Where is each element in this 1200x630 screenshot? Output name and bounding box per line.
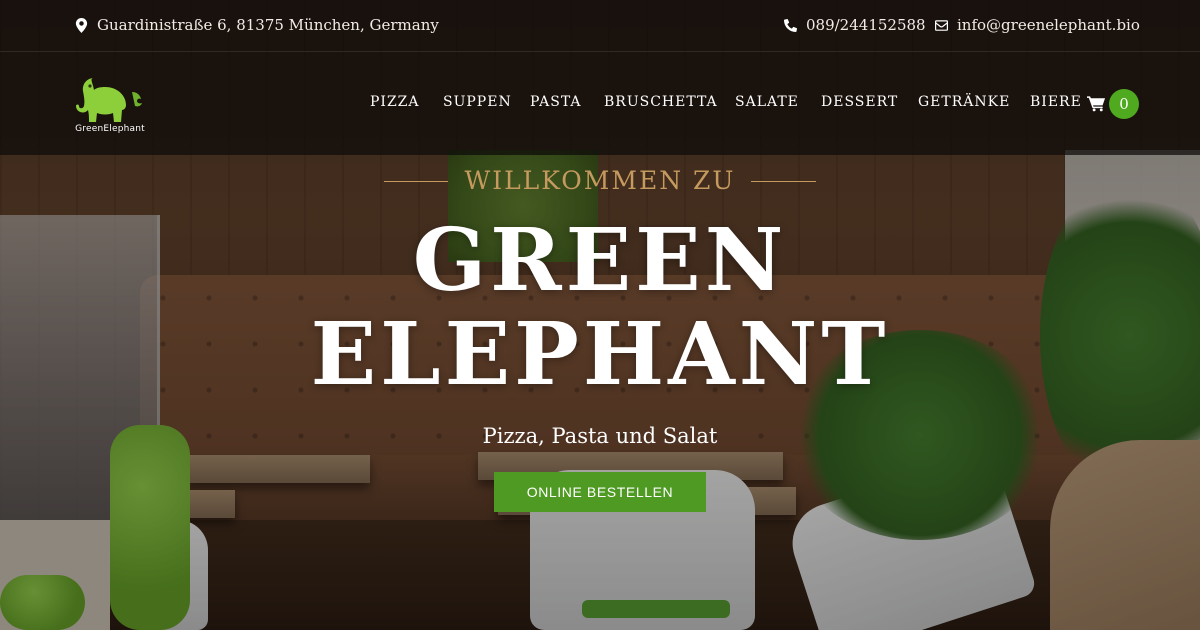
email-info[interactable]: info@greenelephant.bio: [935, 16, 1140, 34]
elephant-logo-icon: [76, 78, 142, 122]
logo-text: GreenElephant: [75, 124, 145, 134]
hero-title-line2: ELEPHANT: [310, 304, 890, 405]
hero-welcome-text: WILLKOMMEN ZU: [464, 166, 736, 195]
address-text: Guardinistraße 6, 81375 München, Germany: [97, 16, 439, 34]
shopping-cart-icon[interactable]: [1087, 95, 1106, 112]
phone-text: 089/244152588: [806, 16, 926, 34]
hero-title-line1: GREEN: [412, 210, 788, 311]
nav-item-pizza[interactable]: PIZZA: [370, 94, 420, 110]
phone-icon: [784, 18, 797, 32]
address-info: Guardinistraße 6, 81375 München, Germany: [75, 16, 439, 34]
map-marker-icon: [75, 17, 88, 33]
nav-item-getraenke[interactable]: GETRÄNKE: [918, 94, 1010, 110]
email-text: info@greenelephant.bio: [957, 16, 1140, 34]
hero-subtitle: Pizza, Pasta und Salat: [482, 424, 718, 448]
top-info-bar: Guardinistraße 6, 81375 München, Germany…: [0, 0, 1200, 52]
nav-item-biere[interactable]: BIERE: [1030, 94, 1082, 110]
nav-item-bruschetta[interactable]: BRUSCHETTA: [604, 94, 718, 110]
site-logo[interactable]: GreenElephant: [74, 70, 146, 138]
welcome-rule-right: [751, 181, 816, 182]
envelope-icon: [935, 19, 948, 31]
nav-item-pasta[interactable]: PASTA: [530, 94, 582, 110]
cart-count-badge[interactable]: 0: [1109, 89, 1139, 119]
order-online-button[interactable]: ONLINE BESTELLEN: [494, 472, 706, 512]
site-header: GreenElephant PIZZA SUPPEN PASTA BRUSCHE…: [0, 52, 1200, 155]
nav-item-salate[interactable]: SALATE: [735, 94, 799, 110]
nav-item-dessert[interactable]: DESSERT: [821, 94, 898, 110]
phone-info[interactable]: 089/244152588: [784, 16, 926, 34]
nav-item-suppen[interactable]: SUPPEN: [443, 94, 512, 110]
